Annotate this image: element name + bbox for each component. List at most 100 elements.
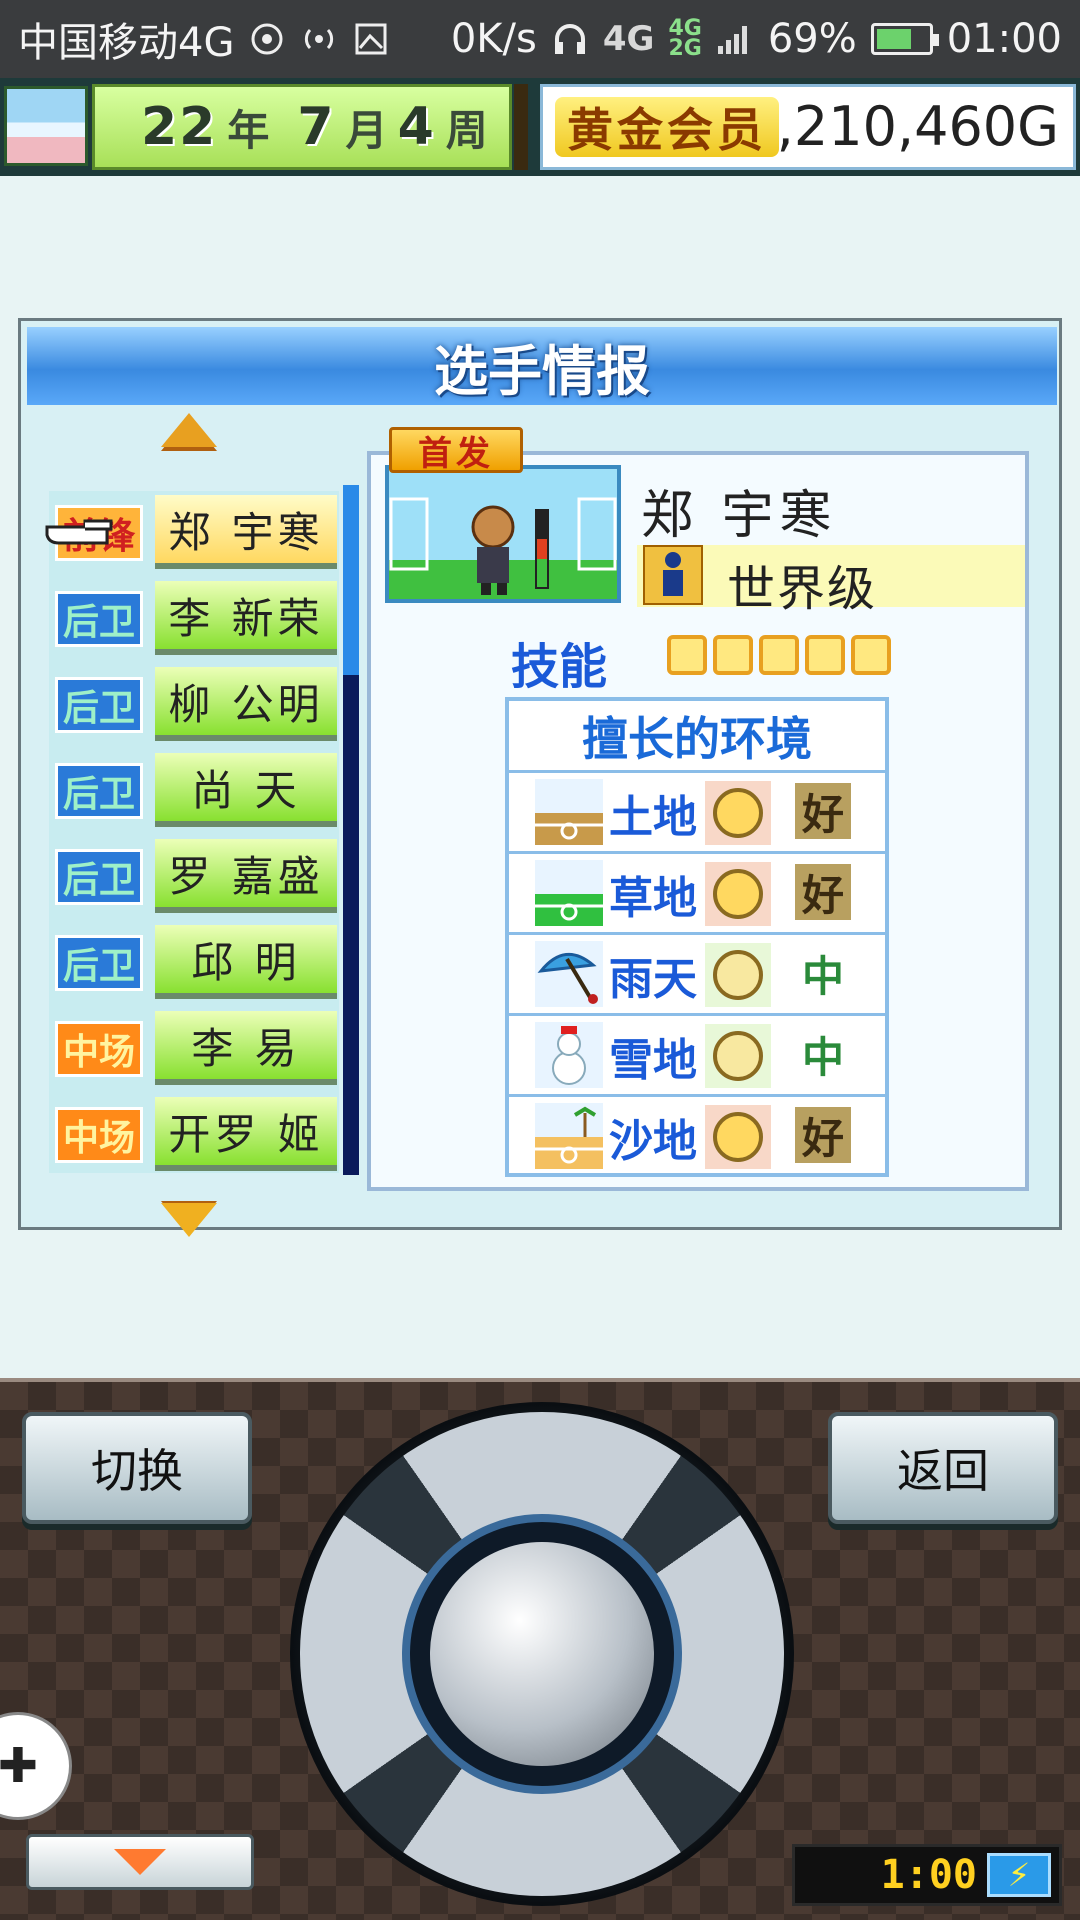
pointing-hand-icon bbox=[45, 519, 113, 545]
gamepad-icon[interactable]: ✚ bbox=[0, 1712, 72, 1820]
position-badge: 中场 bbox=[55, 1021, 143, 1077]
game-date: 22 年 7 月 4 周 bbox=[92, 84, 512, 170]
week-unit: 周 bbox=[445, 105, 488, 155]
player-name: 开罗 姬 bbox=[155, 1097, 337, 1171]
umbrella-icon bbox=[535, 941, 603, 1007]
player-name: 李 新荣 bbox=[155, 581, 337, 655]
status-bar: 中国移动4G 0K/s 4G 4G 2G 69% 01:00 bbox=[0, 0, 1080, 78]
rank-bar: 世界级 bbox=[637, 545, 1025, 617]
environment-row: 沙地 好 bbox=[509, 1097, 885, 1178]
game-clock-time: 1:00 bbox=[880, 1852, 977, 1898]
player-detail-card: 郑 宇寒 世界级 技能 擅长的环境 土地 好 草地 好 雨天 中 雪地 中 沙地… bbox=[367, 451, 1029, 1191]
dual-net-label: 4G 2G bbox=[668, 18, 702, 61]
neutral-face-icon bbox=[705, 1024, 771, 1088]
game-header: 22 年 7 月 4 周 4,210,460G 黄金会员 bbox=[0, 78, 1080, 176]
skill-label: 技能 bbox=[511, 639, 608, 695]
happy-face-icon bbox=[705, 781, 771, 845]
player-row[interactable]: 后卫 柳 公明 bbox=[49, 663, 339, 745]
clock-time: 01:00 bbox=[946, 16, 1062, 62]
player-row[interactable]: 后卫 罗 嘉盛 bbox=[49, 835, 339, 917]
detail-player-name: 郑 宇寒 bbox=[641, 486, 838, 546]
player-portrait bbox=[385, 465, 621, 603]
carrier-label: 中国移动4G bbox=[18, 20, 235, 66]
money-amount: 4,210,460G bbox=[742, 95, 1059, 158]
header-divider bbox=[514, 84, 528, 170]
environment-name: 雪地 bbox=[609, 1035, 697, 1086]
environment-name: 草地 bbox=[609, 873, 697, 924]
player-row[interactable]: 后卫 邱 明 bbox=[49, 921, 339, 1003]
gold-member-badge: 黄金会员 bbox=[555, 97, 779, 157]
player-name: 罗 嘉盛 bbox=[155, 839, 337, 913]
player-avatar-icon bbox=[389, 497, 617, 595]
environment-row: 雪地 中 bbox=[509, 1016, 885, 1097]
sand-field-icon bbox=[535, 1103, 603, 1169]
down-arrow-icon bbox=[114, 1849, 166, 1875]
position-badge: 后卫 bbox=[55, 677, 143, 733]
skill-slot[interactable] bbox=[667, 635, 707, 675]
net-speed: 0K/s bbox=[450, 16, 537, 62]
environment-rating: 好 bbox=[795, 783, 851, 839]
battery-fill bbox=[876, 29, 912, 49]
money-display: 4,210,460G 黄金会员 bbox=[540, 84, 1076, 170]
month-number: 7 bbox=[297, 97, 336, 157]
environment-rating: 好 bbox=[795, 864, 851, 920]
year-unit: 年 bbox=[227, 105, 270, 155]
lightning-icon: ⚡ bbox=[987, 1853, 1051, 1897]
environment-table: 擅长的环境 土地 好 草地 好 雨天 中 雪地 中 沙地 好 bbox=[505, 697, 889, 1177]
image-icon bbox=[352, 20, 390, 58]
scrollbar-thumb[interactable] bbox=[343, 485, 359, 675]
position-badge: 后卫 bbox=[55, 849, 143, 905]
year-number: 22 bbox=[141, 97, 218, 157]
player-name: 尚 天 bbox=[155, 753, 337, 827]
happy-face-icon bbox=[705, 862, 771, 926]
player-row[interactable]: 后卫 李 新荣 bbox=[49, 577, 339, 659]
skill-slot[interactable] bbox=[713, 635, 753, 675]
scroll-down-arrow-icon[interactable] bbox=[161, 1203, 217, 1237]
dpad-center-button[interactable] bbox=[430, 1542, 654, 1766]
back-button[interactable]: 返回 bbox=[828, 1412, 1058, 1524]
environment-row: 草地 好 bbox=[509, 854, 885, 935]
player-info-panel: 选手情报 前锋 郑 宇寒 后卫 李 新荣 后卫 柳 公明 后卫 尚 天 后卫 罗… bbox=[18, 318, 1062, 1237]
player-name: 邱 明 bbox=[155, 925, 337, 999]
player-name: 李 易 bbox=[155, 1011, 337, 1085]
menu-down-button[interactable] bbox=[26, 1834, 254, 1890]
stadium-thumbnail[interactable] bbox=[4, 86, 88, 166]
dual-net-bottom: 2G bbox=[668, 36, 702, 61]
skill-slot[interactable] bbox=[759, 635, 799, 675]
skill-slots bbox=[667, 635, 891, 675]
skill-slot[interactable] bbox=[805, 635, 845, 675]
wireless-signal-icon bbox=[300, 20, 338, 58]
neutral-face-icon bbox=[705, 943, 771, 1007]
player-row[interactable]: 后卫 尚 天 bbox=[49, 749, 339, 831]
list-scrollbar[interactable] bbox=[343, 485, 359, 1175]
position-badge: 后卫 bbox=[55, 763, 143, 819]
battery-icon bbox=[870, 23, 939, 55]
skill-slot[interactable] bbox=[851, 635, 891, 675]
dpad[interactable] bbox=[290, 1402, 794, 1906]
environment-name: 雨天 bbox=[609, 954, 697, 1005]
player-row[interactable]: 中场 开罗 姬 bbox=[49, 1093, 339, 1175]
player-row[interactable]: 中场 李 易 bbox=[49, 1007, 339, 1089]
environment-rating: 中 bbox=[801, 951, 844, 1001]
starter-tag: 首发 bbox=[389, 427, 523, 474]
scroll-up-arrow-icon[interactable] bbox=[161, 413, 217, 447]
panel-title: 选手情报 bbox=[434, 339, 650, 403]
virtual-controller: 切换 返回 ✚ 1:00 ⚡ bbox=[0, 1378, 1080, 1920]
environment-row: 土地 好 bbox=[509, 773, 885, 854]
person-icon bbox=[643, 545, 703, 605]
environment-name: 土地 bbox=[609, 792, 697, 843]
hotspot-icon bbox=[248, 20, 286, 58]
snowman-icon bbox=[535, 1022, 603, 1088]
player-name: 郑 宇寒 bbox=[155, 495, 337, 569]
environment-rating: 好 bbox=[795, 1107, 851, 1163]
signal-bars-icon bbox=[716, 20, 754, 58]
switch-button[interactable]: 切换 bbox=[22, 1412, 252, 1524]
battery-percent: 69% bbox=[767, 16, 857, 62]
player-name: 柳 公明 bbox=[155, 667, 337, 741]
game-clock: 1:00 ⚡ bbox=[792, 1844, 1062, 1906]
month-unit: 月 bbox=[345, 105, 388, 155]
position-badge: 后卫 bbox=[55, 935, 143, 991]
headphones-icon bbox=[551, 20, 589, 58]
week-number: 4 bbox=[397, 97, 436, 157]
position-badge: 中场 bbox=[55, 1107, 143, 1163]
